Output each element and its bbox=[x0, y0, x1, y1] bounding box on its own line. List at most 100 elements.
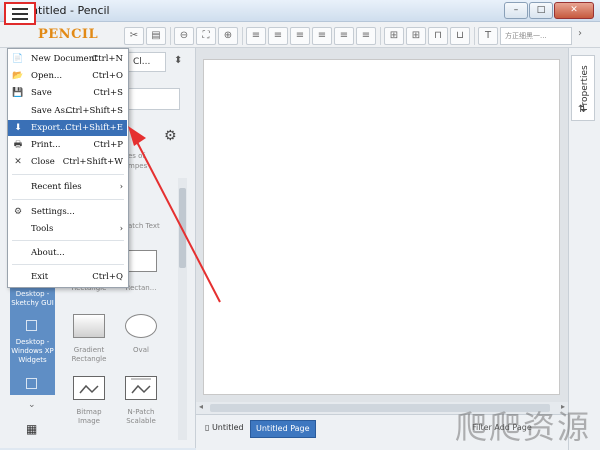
rectangle-shape-thumbnail[interactable] bbox=[125, 250, 157, 272]
pin-icon[interactable]: ⬍ bbox=[174, 55, 182, 66]
properties-sliders-icon: ⇅ bbox=[578, 104, 587, 115]
menu-item-exit[interactable]: Exit Ctrl+Q bbox=[8, 269, 127, 285]
category-windows-xp[interactable]: Desktop - Windows XP Widgets bbox=[10, 338, 55, 365]
bitmap-image-thumbnail[interactable] bbox=[73, 376, 105, 400]
menu-item-save[interactable]: 💾 Save Ctrl+S bbox=[8, 85, 127, 101]
align-center-icon[interactable]: ≡ bbox=[268, 27, 288, 45]
apps-grid-icon[interactable]: ▦ bbox=[26, 422, 37, 436]
npatch-scalable-thumbnail[interactable] bbox=[125, 376, 157, 400]
menu-item-shortcut: Ctrl+Shift+E bbox=[65, 123, 123, 133]
menu-item-shortcut: Ctrl+Shift+S bbox=[65, 106, 123, 116]
same-height-icon[interactable]: ⊔ bbox=[450, 27, 470, 45]
close-icon: ✕ bbox=[14, 157, 22, 167]
menu-divider bbox=[12, 240, 124, 241]
menu-divider bbox=[12, 199, 124, 200]
collection-tab[interactable]: Cl... bbox=[128, 52, 166, 72]
menu-item-shortcut: Ctrl+S bbox=[93, 88, 123, 98]
shapes-scrollbar[interactable] bbox=[178, 178, 187, 440]
menu-item-new-document[interactable]: 📄 New Document Ctrl+N bbox=[8, 51, 127, 67]
toolbar-divider bbox=[242, 27, 243, 45]
toolbar-divider bbox=[170, 27, 171, 45]
maximize-button[interactable]: □ bbox=[529, 2, 553, 19]
page-tab-untitled-page[interactable]: Untitled Page bbox=[250, 420, 316, 438]
shape-label: N-Patch Scalable bbox=[126, 408, 156, 425]
page-tab-untitled[interactable]: ▯ Untitled bbox=[200, 420, 249, 438]
oval-shape-thumbnail[interactable] bbox=[125, 314, 157, 338]
window-controls: – □ ✕ bbox=[504, 2, 594, 19]
chevron-right-icon: › bbox=[119, 224, 123, 234]
hamburger-line bbox=[12, 18, 28, 20]
menu-item-label: New Document bbox=[31, 54, 98, 64]
menu-item-label: Settings... bbox=[31, 207, 75, 217]
menu-item-label: Export... bbox=[31, 123, 69, 133]
paste-icon[interactable]: ▤ bbox=[146, 27, 166, 45]
menu-item-shortcut: Ctrl+N bbox=[91, 54, 123, 64]
menu-item-shortcut: Ctrl+Q bbox=[92, 272, 123, 282]
page-tab-label: Untitled bbox=[211, 423, 244, 432]
menu-item-print[interactable]: 🖶 Print... Ctrl+P bbox=[8, 137, 127, 153]
scroll-left-icon[interactable]: ◂ bbox=[199, 402, 203, 411]
menu-item-shortcut: Ctrl+O bbox=[92, 71, 123, 81]
scrollbar-thumb[interactable] bbox=[179, 188, 186, 268]
image-glyph-icon bbox=[79, 384, 99, 394]
menu-item-about[interactable]: About... bbox=[8, 245, 127, 261]
same-width-icon[interactable]: ⊓ bbox=[428, 27, 448, 45]
shape-label: Gradient Rectangle bbox=[71, 346, 107, 363]
hamburger-menu-button[interactable] bbox=[4, 2, 36, 25]
menu-item-settings[interactable]: ⚙ Settings... bbox=[8, 204, 127, 220]
zoom-in-icon[interactable]: ⊕ bbox=[218, 27, 238, 45]
menu-item-shortcut: Ctrl+P bbox=[93, 140, 123, 150]
hamburger-line bbox=[12, 8, 28, 10]
menu-item-label: Open... bbox=[31, 71, 63, 81]
zoom-out-icon[interactable]: ⊖ bbox=[174, 27, 194, 45]
menu-item-label: About... bbox=[31, 248, 65, 258]
collection-settings-gear-icon[interactable]: ⚙ bbox=[164, 128, 177, 144]
drawing-page[interactable] bbox=[203, 59, 560, 395]
npatch-glyph-icon bbox=[131, 378, 151, 394]
toolbar-overflow-icon[interactable]: › bbox=[578, 28, 582, 39]
category-grid-icon bbox=[26, 378, 37, 389]
align-left-icon[interactable]: ≡ bbox=[246, 27, 266, 45]
menu-item-label: Print... bbox=[31, 140, 61, 150]
new-document-icon: 📄 bbox=[12, 54, 24, 64]
align-bottom-icon[interactable]: ≡ bbox=[356, 27, 376, 45]
shape-label: Bitmap Image bbox=[76, 408, 102, 425]
align-top-icon[interactable]: ≡ bbox=[312, 27, 332, 45]
menu-item-label: Exit bbox=[31, 272, 49, 282]
patch-text-label: atch Text bbox=[128, 222, 160, 230]
menu-item-open[interactable]: 📂 Open... Ctrl+O bbox=[8, 68, 127, 84]
save-icon: 💾 bbox=[12, 88, 24, 98]
menu-item-label: Close bbox=[31, 157, 55, 167]
menu-divider bbox=[12, 264, 124, 265]
align-right-icon[interactable]: ≡ bbox=[290, 27, 310, 45]
hamburger-line bbox=[12, 13, 28, 15]
menu-item-save-as[interactable]: Save As... Ctrl+Shift+S bbox=[8, 103, 127, 119]
gradient-rectangle-thumbnail[interactable] bbox=[73, 314, 105, 338]
distribute-h-icon[interactable]: ⊞ bbox=[384, 27, 404, 45]
menu-item-recent-files[interactable]: Recent files › bbox=[8, 179, 127, 195]
chevron-down-icon[interactable]: ⌄ bbox=[28, 400, 36, 410]
partial-label: es of bbox=[128, 152, 145, 160]
open-folder-icon: 📂 bbox=[12, 71, 24, 81]
menu-item-tools[interactable]: Tools › bbox=[8, 221, 127, 237]
fit-icon[interactable]: ⛶ bbox=[196, 27, 216, 45]
close-window-button[interactable]: ✕ bbox=[554, 2, 594, 19]
font-family-select[interactable]: 方正细黑一... bbox=[500, 27, 572, 45]
menu-item-export[interactable]: ⬇ Export... Ctrl+Shift+E bbox=[8, 120, 127, 136]
shape-label: Oval bbox=[133, 346, 149, 354]
gear-icon: ⚙ bbox=[13, 207, 23, 217]
watermark-text: 爬爬资源 bbox=[455, 408, 592, 446]
minimize-button[interactable]: – bbox=[504, 2, 528, 19]
toolbar-divider bbox=[474, 27, 475, 45]
menu-divider bbox=[12, 174, 124, 175]
distribute-v-icon[interactable]: ⊞ bbox=[406, 27, 426, 45]
export-download-icon: ⬇ bbox=[14, 123, 22, 133]
cut-icon[interactable]: ✂ bbox=[124, 27, 144, 45]
category-sketchy-gui[interactable]: Desktop - Sketchy GUI bbox=[10, 290, 55, 308]
shape-search-input[interactable] bbox=[128, 88, 180, 110]
menu-item-label: Recent files bbox=[31, 182, 82, 192]
text-style-icon[interactable]: T bbox=[478, 27, 498, 45]
menu-item-close[interactable]: ✕ Close Ctrl+Shift+W bbox=[8, 154, 127, 170]
align-middle-icon[interactable]: ≡ bbox=[334, 27, 354, 45]
menu-item-label: Tools bbox=[31, 224, 54, 234]
